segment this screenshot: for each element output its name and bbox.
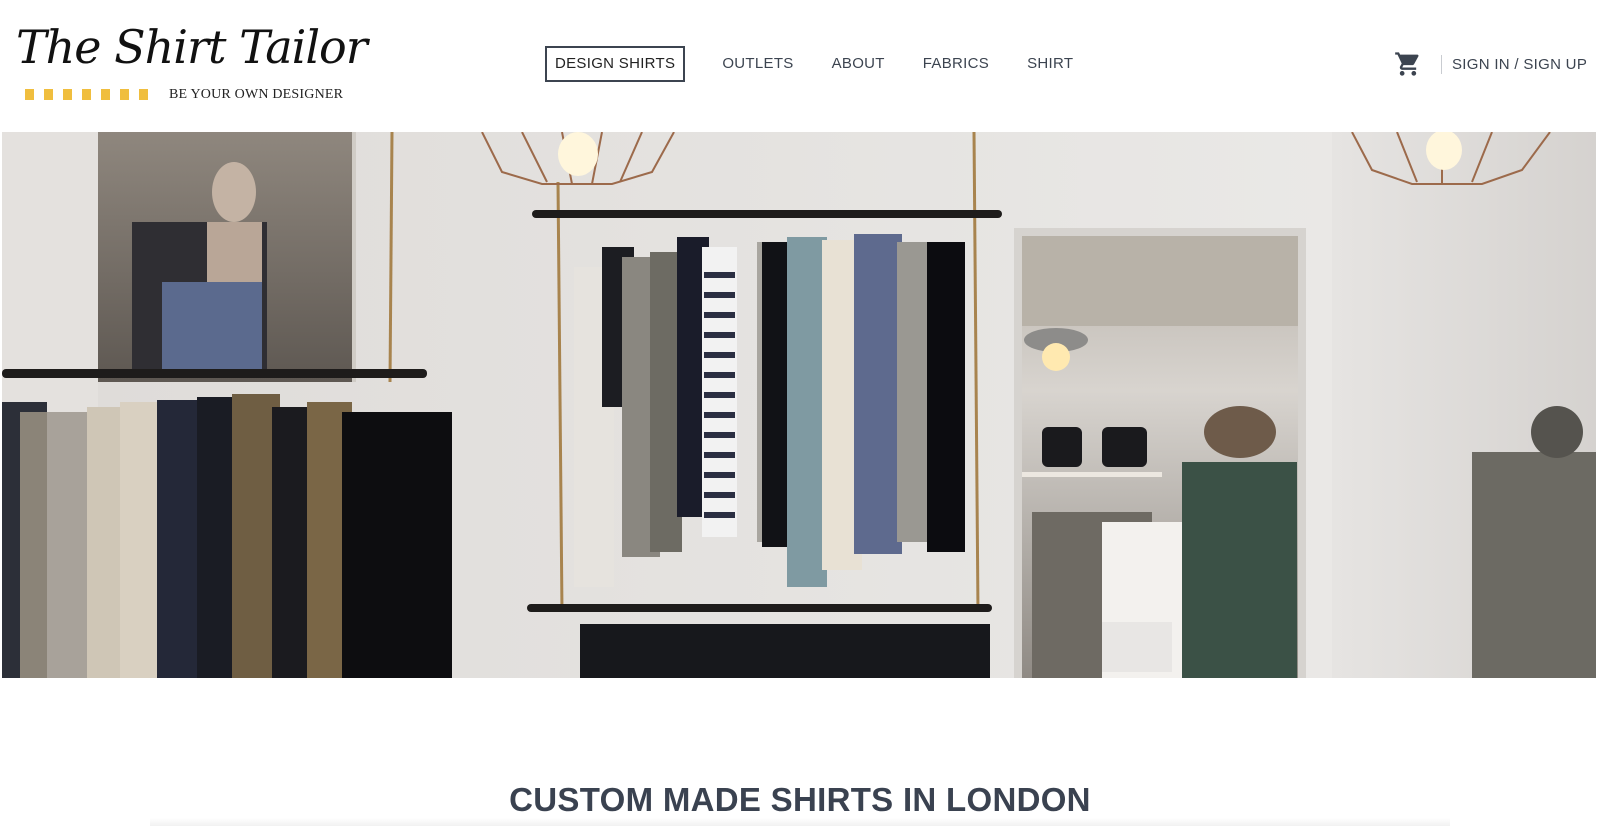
logo-wordmark: The Shirt Tailor: [16, 20, 368, 74]
nav-item-shirt[interactable]: SHIRT: [1018, 46, 1082, 82]
logo-dots: [25, 89, 148, 100]
nav-item-outlets[interactable]: OUTLETS: [713, 46, 802, 82]
sign-in-link[interactable]: SIGN IN / SIGN UP: [1452, 56, 1587, 74]
main-nav: DESIGN SHIRTS OUTLETS ABOUT FABRICS SHIR…: [545, 46, 1102, 82]
hero-image: [2, 132, 1596, 678]
nav-item-design-shirts[interactable]: DESIGN SHIRTS: [545, 46, 686, 82]
nav-item-about[interactable]: ABOUT: [823, 46, 894, 82]
header-divider: [1441, 55, 1442, 74]
brand-logo[interactable]: The Shirt Tailor BE YOUR OWN DESIGNER: [16, 24, 368, 104]
logo-tagline: BE YOUR OWN DESIGNER: [169, 87, 344, 102]
nav-item-fabrics[interactable]: FABRICS: [914, 46, 998, 82]
shopping-cart-icon[interactable]: [1394, 50, 1422, 78]
site-header: The Shirt Tailor BE YOUR OWN DESIGNER DE…: [0, 0, 1600, 132]
section-heading: CUSTOM MADE SHIRTS IN LONDON: [509, 781, 1091, 818]
content-card-edge: [150, 818, 1450, 826]
